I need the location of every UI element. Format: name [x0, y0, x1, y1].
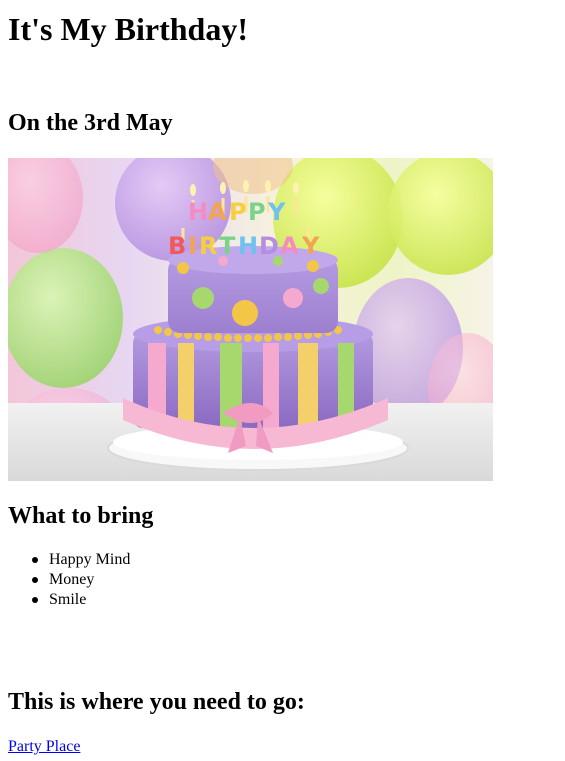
- topper-letter: Y: [301, 232, 320, 260]
- topper-letter: Y: [267, 198, 286, 226]
- bring-list: Happy Mind Money Smile: [8, 550, 130, 610]
- topper-letter: I: [188, 232, 197, 260]
- page-title: It's My Birthday!: [8, 11, 248, 47]
- topper-letter: H: [238, 232, 258, 260]
- bullet-icon: [32, 597, 38, 603]
- topper-letter: D: [259, 232, 279, 260]
- topper-letter: P: [248, 198, 266, 226]
- party-place-link[interactable]: Party Place: [8, 737, 80, 757]
- list-item: Happy Mind: [32, 550, 131, 570]
- list-item-label: Money: [49, 571, 95, 588]
- topper-letter: A: [208, 198, 227, 226]
- birthday-cake-image: H A P P Y B I R T H D A Y: [8, 158, 493, 481]
- topper-letter: B: [168, 232, 186, 260]
- list-item-label: Happy Mind: [49, 551, 131, 568]
- topper-letter: T: [219, 232, 236, 260]
- topper-letter: A: [280, 232, 299, 260]
- directions-heading: This is where you need to go:: [8, 689, 305, 715]
- bullet-icon: [32, 557, 38, 563]
- date-heading: On the 3rd May: [8, 110, 173, 136]
- topper-letter: R: [199, 232, 217, 260]
- topper-letter: H: [188, 198, 208, 226]
- list-item: Smile: [32, 590, 130, 610]
- list-item: Money: [32, 570, 130, 590]
- what-to-bring-heading: What to bring: [8, 503, 154, 529]
- topper-letter: P: [229, 198, 247, 226]
- list-item-label: Smile: [49, 591, 87, 608]
- bullet-icon: [32, 577, 38, 583]
